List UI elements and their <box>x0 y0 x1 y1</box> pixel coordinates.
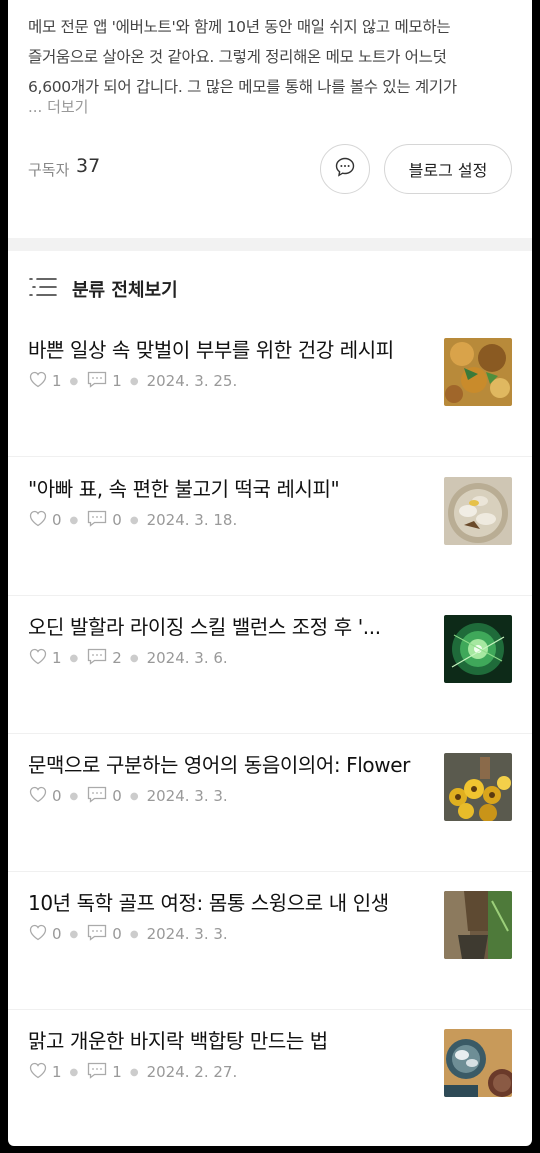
chat-bubble-icon <box>334 156 356 182</box>
post-thumbnail[interactable] <box>444 753 512 821</box>
post-item[interactable]: 오딘 발할라 라이징 스킬 밸런스 조정 후 '... 1 ● 2 ● 2024… <box>8 595 532 734</box>
comment-icon[interactable] <box>86 923 108 945</box>
comment-count: 2 <box>112 649 122 667</box>
category-title: 분류 전체보기 <box>72 280 178 301</box>
heart-icon[interactable] <box>28 647 48 669</box>
comment-count: 0 <box>112 511 122 529</box>
post-title[interactable]: 맑고 개운한 바지락 백합탕 만드는 법 <box>28 1025 428 1054</box>
post-thumbnail[interactable] <box>444 1029 512 1097</box>
post-item[interactable]: 바쁜 일상 속 맞벌이 부부를 위한 건강 레시피 1 ● 1 ● 2024. … <box>8 318 532 457</box>
like-count: 0 <box>52 511 62 529</box>
intro-line: 즐거움으로 살아온 것 같아요. 그렇게 정리해온 메모 노트가 어느덧 <box>28 48 447 66</box>
category-header[interactable]: 분류 전체보기 <box>28 276 178 302</box>
post-item[interactable]: 맑고 개운한 바지락 백합탕 만드는 법 1 ● 1 ● 2024. 2. 27… <box>8 1009 532 1146</box>
post-meta: 0 ● 0 ● 2024. 3. 3. <box>28 923 228 945</box>
intro-line: 메모 전문 앱 '에버노트'와 함께 10년 동안 매일 쉬지 않고 메모하는 <box>28 18 451 36</box>
post-date: 2024. 3. 3. <box>146 925 228 943</box>
comment-icon[interactable] <box>86 1061 108 1083</box>
post-title[interactable]: 바쁜 일상 속 맞벌이 부부를 위한 건강 레시피 <box>28 334 428 363</box>
comment-icon[interactable] <box>86 509 108 531</box>
message-button[interactable] <box>320 144 370 194</box>
comment-icon[interactable] <box>86 370 108 392</box>
post-meta: 0 ● 0 ● 2024. 3. 18. <box>28 509 237 531</box>
list-icon <box>28 276 58 302</box>
blog-screen: 메모 전문 앱 '에버노트'와 함께 10년 동안 매일 쉬지 않고 메모하는 … <box>8 0 532 1146</box>
post-title[interactable]: 문맥으로 구분하는 영어의 동음이의어: Flower <box>28 749 428 778</box>
post-meta: 1 ● 2 ● 2024. 3. 6. <box>28 647 228 669</box>
post-item[interactable]: "아빠 표, 속 편한 불고기 떡국 레시피" 0 ● 0 ● 2024. 3.… <box>8 457 532 596</box>
subscriber-count[interactable]: 37 <box>76 155 100 177</box>
post-item[interactable]: 10년 독학 골프 여정: 몸통 스윙으로 내 인생 0 ● 0 ● 2024.… <box>8 871 532 1010</box>
separator-dot: ● <box>129 375 139 387</box>
blog-settings-button[interactable]: 블로그 설정 <box>384 144 512 194</box>
separator-dot: ● <box>129 790 139 802</box>
post-thumbnail[interactable] <box>444 338 512 406</box>
comment-count: 1 <box>112 372 122 390</box>
separator-dot: ● <box>69 652 79 664</box>
post-date: 2024. 2. 27. <box>146 1063 238 1081</box>
post-item[interactable]: 문맥으로 구분하는 영어의 동음이의어: Flower 0 ● 0 ● 2024… <box>8 733 532 872</box>
post-meta: 1 ● 1 ● 2024. 3. 25. <box>28 370 237 392</box>
post-thumbnail[interactable] <box>444 891 512 959</box>
separator-dot: ● <box>69 790 79 802</box>
post-meta: 1 ● 1 ● 2024. 2. 27. <box>28 1061 237 1083</box>
post-thumbnail[interactable] <box>444 477 512 545</box>
like-count: 1 <box>52 649 62 667</box>
heart-icon[interactable] <box>28 370 48 392</box>
heart-icon[interactable] <box>28 1061 48 1083</box>
separator-dot: ● <box>69 514 79 526</box>
heart-icon[interactable] <box>28 509 48 531</box>
separator-dot: ● <box>69 375 79 387</box>
separator-dot: ● <box>129 652 139 664</box>
heart-icon[interactable] <box>28 785 48 807</box>
comment-count: 0 <box>112 787 122 805</box>
post-date: 2024. 3. 6. <box>146 649 228 667</box>
blog-intro-text: 메모 전문 앱 '에버노트'와 함께 10년 동안 매일 쉬지 않고 메모하는 … <box>28 12 518 102</box>
post-date: 2024. 3. 18. <box>146 511 238 529</box>
separator-dot: ● <box>129 928 139 940</box>
like-count: 0 <box>52 925 62 943</box>
subscriber-label: 구독자 <box>28 161 70 179</box>
section-divider <box>8 238 532 251</box>
more-link[interactable]: ... 더보기 <box>28 96 88 117</box>
separator-dot: ● <box>69 1066 79 1078</box>
post-title[interactable]: 오딘 발할라 라이징 스킬 밸런스 조정 후 '... <box>28 611 428 640</box>
post-date: 2024. 3. 3. <box>146 787 228 805</box>
separator-dot: ● <box>129 1066 139 1078</box>
like-count: 1 <box>52 1063 62 1081</box>
post-title[interactable]: "아빠 표, 속 편한 불고기 떡국 레시피" <box>28 473 428 502</box>
like-count: 1 <box>52 372 62 390</box>
comment-icon[interactable] <box>86 785 108 807</box>
post-date: 2024. 3. 25. <box>146 372 238 390</box>
comment-count: 0 <box>112 925 122 943</box>
comment-icon[interactable] <box>86 647 108 669</box>
heart-icon[interactable] <box>28 923 48 945</box>
post-title[interactable]: 10년 독학 골프 여정: 몸통 스윙으로 내 인생 <box>28 887 428 916</box>
intro-line: 6,600개가 되어 갑니다. 그 많은 메모를 통해 나를 볼수 있는 계기가 <box>28 78 457 96</box>
separator-dot: ● <box>69 928 79 940</box>
comment-count: 1 <box>112 1063 122 1081</box>
post-thumbnail[interactable] <box>444 615 512 683</box>
post-meta: 0 ● 0 ● 2024. 3. 3. <box>28 785 228 807</box>
like-count: 0 <box>52 787 62 805</box>
separator-dot: ● <box>129 514 139 526</box>
